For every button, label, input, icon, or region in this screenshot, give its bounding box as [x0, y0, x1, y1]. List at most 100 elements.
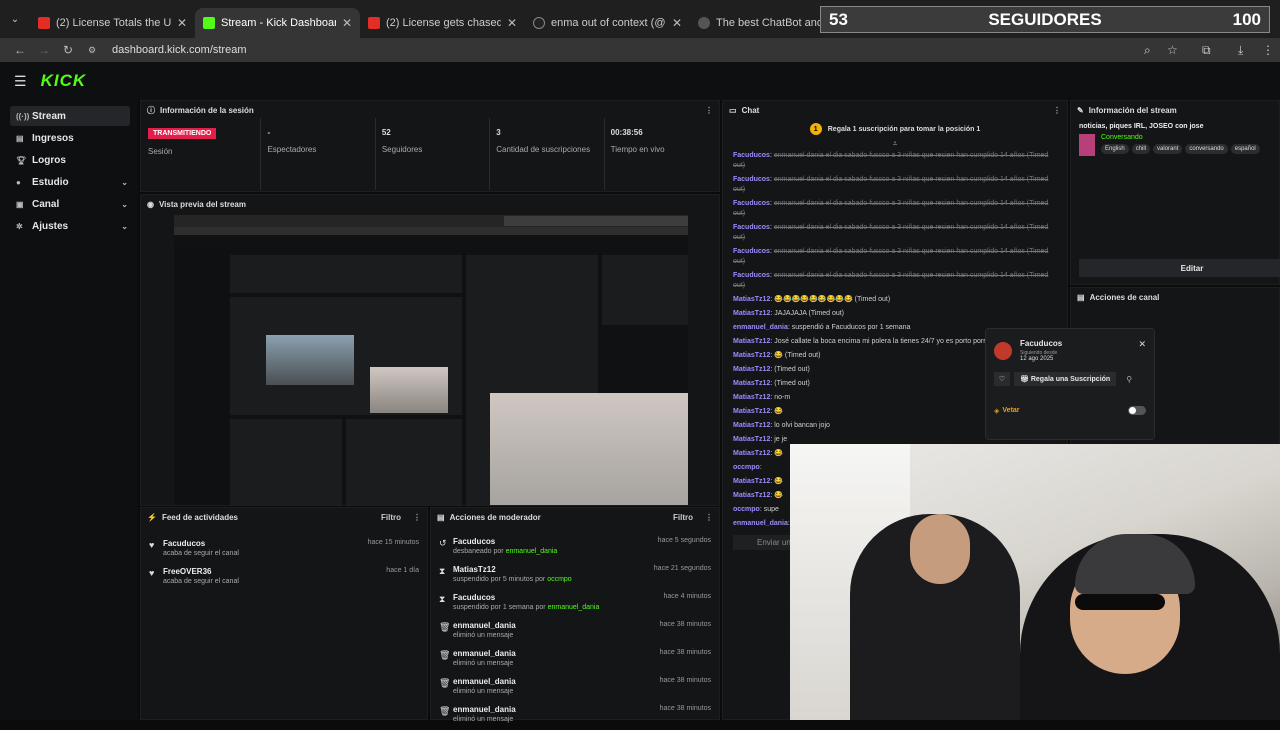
chat-text: enmanuel dania el dia sabado fuscco a 3 … — [733, 176, 1049, 193]
zoom-icon[interactable]: ⌕ — [1144, 43, 1151, 58]
stream-preview-video[interactable] — [174, 215, 688, 505]
back-icon[interactable]: ← — [8, 43, 32, 57]
chat-username[interactable]: Facuducos — [733, 248, 770, 255]
stat-value: - — [267, 128, 271, 137]
chat-username[interactable]: MatiasTz12 — [733, 352, 770, 359]
activity-user[interactable]: Facuducos — [163, 539, 239, 548]
browser-tab-3[interactable]: (2) License gets chased with Pu ✕ — [360, 8, 525, 38]
sidebar-item-ingresos[interactable]: ▤ Ingresos — [10, 128, 130, 148]
more-options-icon[interactable]: ⋮ — [705, 106, 713, 115]
chat-username[interactable]: MatiasTz12 — [733, 338, 770, 345]
close-icon[interactable]: ✕ — [177, 16, 187, 30]
mod-action-by[interactable]: occmpo — [547, 576, 572, 583]
eye-icon: ◉ — [147, 199, 154, 209]
extensions-icon[interactable]: ⧉ — [1202, 43, 1211, 58]
chat-username[interactable]: occmpo — [733, 464, 760, 471]
bookmark-star-icon[interactable]: ☆ — [1167, 43, 1178, 57]
preview-address-bar — [174, 227, 688, 235]
hourglass-icon: ⧗ — [439, 566, 446, 576]
mod-action-item: 🗑︎ enmanuel_dania eliminó un mensaje hace 3… — [431, 702, 719, 730]
chat-username[interactable]: enmanuel_dania — [733, 324, 788, 331]
user-card-name[interactable]: Facuducos — [1020, 339, 1062, 348]
kick-logo[interactable]: KICK — [41, 71, 87, 91]
browser-tab-2[interactable]: Stream - Kick Dashboard ✕ — [195, 8, 360, 38]
mod-action-user[interactable]: Facuducos — [453, 537, 557, 546]
sidebar-item-stream[interactable]: ((·)) Stream — [10, 106, 130, 126]
mod-action-user[interactable]: Facuducos — [453, 593, 599, 602]
chat-username[interactable]: occmpo — [733, 506, 760, 513]
menu-icon[interactable]: ⋮ — [1262, 43, 1274, 57]
mod-action-user[interactable]: enmanuel_dania — [453, 705, 516, 714]
mod-action-item: 🗑︎ enmanuel_dania eliminó un mensaje hace 3… — [431, 674, 719, 702]
follower-label: SEGUIDORES — [988, 9, 1102, 29]
chevron-down-icon: ⌄ — [121, 199, 128, 209]
activity-user[interactable]: FreeOVER36 — [163, 567, 239, 576]
chat-username[interactable]: Facuducos — [733, 200, 770, 207]
close-icon[interactable]: ✕ — [1138, 339, 1146, 350]
heart-icon[interactable]: ♡ — [994, 372, 1010, 386]
chat-message-deleted: Facuducos: enmanuel dania el dia sabado … — [733, 224, 1049, 241]
chat-username[interactable]: MatiasTz12 — [733, 450, 770, 457]
browser-tab-4[interactable]: enma out of context (@enmadi ✕ — [525, 8, 690, 38]
download-icon[interactable]: ⤓ — [1238, 43, 1243, 58]
panel-header: ✎ Información del stream — [1071, 101, 1279, 119]
more-options-icon[interactable]: ⋮ — [413, 513, 421, 522]
chat-text: JAJAJAJA (Timed out) — [774, 310, 845, 317]
mod-action-user[interactable]: enmanuel_dania — [453, 677, 516, 686]
edit-button[interactable]: Editar — [1079, 259, 1280, 277]
webcam-overlay — [790, 444, 1280, 720]
url-field[interactable]: dashboard.kick.com/stream — [112, 44, 247, 56]
mod-action-by[interactable]: enmanuel_dania — [548, 604, 600, 611]
chat-username[interactable]: MatiasTz12 — [733, 310, 770, 317]
browser-tab-1[interactable]: (2) License Totals the Urus (UCM ✕ — [30, 8, 195, 38]
filter-button[interactable]: Filtro — [381, 513, 401, 522]
chat-username[interactable]: MatiasTz12 — [733, 296, 770, 303]
tiktok-icon — [533, 17, 545, 29]
chat-username[interactable]: MatiasTz12 — [733, 366, 770, 373]
chat-username[interactable]: Facuducos — [733, 176, 770, 183]
mod-action-user[interactable]: MatiasTz12 — [453, 565, 572, 574]
chat-username[interactable]: MatiasTz12 — [733, 478, 770, 485]
chat-message: MatiasTz12: 😂😂😂😂😂😂😂😂😂 (Timed out) — [733, 296, 891, 303]
reload-icon[interactable]: ↻ — [56, 43, 80, 57]
gift-sub-button[interactable]: 🎁︎ Regala una Suscripción — [1014, 372, 1117, 386]
chat-username[interactable]: Facuducos — [733, 224, 770, 231]
more-options-icon[interactable]: ⋮ — [1053, 106, 1061, 115]
tag: chill — [1131, 144, 1151, 154]
mod-action-user[interactable]: enmanuel_dania — [453, 649, 516, 658]
chat-username[interactable]: enmanuel_dania — [733, 520, 788, 527]
hamburger-menu-icon[interactable]: ☰ — [14, 73, 27, 90]
trash-icon: 🗑︎ — [439, 678, 451, 688]
pinned-gift-banner[interactable]: 1 Regala 1 suscripción para tomar la posi… — [723, 119, 1067, 139]
sidebar-item-estudio[interactable]: ● Estudio ⌄ — [10, 172, 130, 192]
panel-header: ▭ Chat ⋮ — [723, 101, 1067, 119]
site-info-icon[interactable]: ⚙ — [80, 45, 104, 56]
chat-username[interactable]: MatiasTz12 — [733, 394, 770, 401]
pin-icon[interactable]: ⚲ — [1126, 375, 1132, 384]
mod-action-item: 🗑︎ enmanuel_dania eliminó un mensaje hace 3… — [431, 646, 719, 674]
scroll-down-icon[interactable]: ⩡ — [723, 139, 1067, 149]
stream-category[interactable]: Conversando — [1101, 134, 1260, 141]
chat-username[interactable]: Facuducos — [733, 272, 770, 279]
mod-action-user[interactable]: enmanuel_dania — [453, 621, 516, 630]
close-icon[interactable]: ✕ — [342, 16, 352, 30]
chat-username[interactable]: MatiasTz12 — [733, 380, 770, 387]
filter-button[interactable]: Filtro — [673, 513, 693, 522]
close-icon[interactable]: ✕ — [507, 16, 517, 30]
tab-search-icon[interactable]: ⌄ — [0, 0, 30, 38]
mod-action-by[interactable]: enmanuel_dania — [506, 548, 558, 555]
sidebar-item-logros[interactable]: 🏆︎ Logros — [10, 150, 130, 170]
close-icon[interactable]: ✕ — [672, 16, 682, 30]
chat-username[interactable]: MatiasTz12 — [733, 408, 770, 415]
chat-username[interactable]: MatiasTz12 — [733, 422, 770, 429]
chat-username[interactable]: MatiasTz12 — [733, 436, 770, 443]
sidebar-item-canal[interactable]: ▣ Canal ⌄ — [10, 194, 130, 214]
panel-title: Vista previa del stream — [158, 199, 246, 209]
more-options-icon[interactable]: ⋮ — [705, 513, 713, 522]
chat-username[interactable]: MatiasTz12 — [733, 492, 770, 499]
sidebar-item-ajustes[interactable]: ✲ Ajustes ⌄ — [10, 216, 130, 236]
forward-icon[interactable]: → — [32, 43, 56, 57]
mod-action-item: 🗑︎ enmanuel_dania eliminó un mensaje hace 3… — [431, 618, 719, 646]
chat-username[interactable]: Facuducos — [733, 152, 770, 159]
veto-toggle[interactable] — [1128, 406, 1146, 415]
